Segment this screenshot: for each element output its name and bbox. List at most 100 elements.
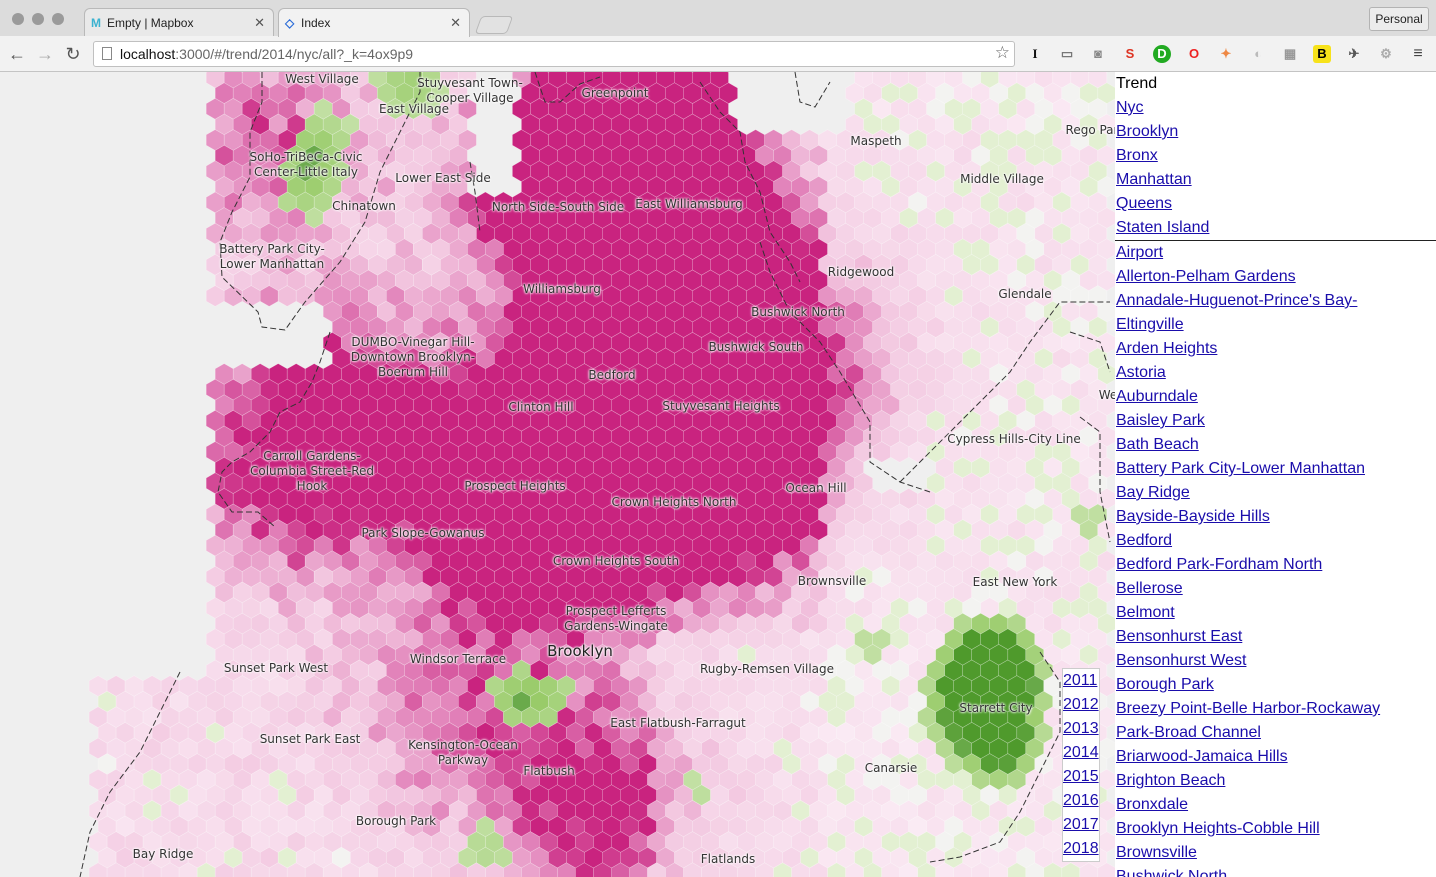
neighborhood-link-park-broad-channel[interactable]: Park-Broad Channel — [1115, 721, 1436, 745]
browser-chrome: M Empty | Mapbox ✕ ◇ Index ✕ Personal ← … — [0, 0, 1436, 72]
tab-index[interactable]: ◇ Index ✕ — [278, 8, 470, 37]
neighborhood-link-bronxdale[interactable]: Bronxdale — [1115, 793, 1436, 817]
neighborhood-link-astoria[interactable]: Astoria — [1115, 361, 1436, 385]
address-bar[interactable]: localhost:3000/#/trend/2014/nyc/all?_k=4… — [93, 41, 1015, 67]
map-label-north-side-south-side: North Side-South Side — [491, 200, 625, 214]
map-label-east-flatbush-farragut: East Flatbush-Farragut — [610, 716, 746, 730]
neighborhood-list: Airport Allerton-Pelham Gardens Annadale-H… — [1115, 241, 1436, 877]
map-label-starrett-city: Starrett City — [959, 701, 1033, 715]
year-link-2012[interactable]: 2012 — [1063, 693, 1099, 717]
neighborhood-link-borough-park[interactable]: Borough Park — [1115, 673, 1436, 697]
map-label-kensington-ocean-parkway: Kensington-Ocean Parkway — [408, 738, 518, 767]
map-label-glendale: Glendale — [998, 287, 1052, 301]
neighborhood-link-bath-beach[interactable]: Bath Beach — [1115, 433, 1436, 457]
borough-link-staten-island[interactable]: Staten Island — [1115, 216, 1436, 240]
year-link-2013[interactable]: 2013 — [1063, 717, 1099, 741]
refresh-ext-icon[interactable]: ◐ — [1249, 45, 1267, 63]
new-tab-button[interactable] — [474, 16, 514, 34]
ext-d-icon[interactable]: D — [1153, 45, 1171, 63]
map-label-middle-village: Middle Village — [960, 172, 1044, 186]
neighborhood-link-breezy-point-belle-harbor-rockaway[interactable]: Breezy Point-Belle Harbor-Rockaway — [1115, 697, 1436, 721]
map-label-park-slope-gowanus: Park Slope-Gowanus — [361, 526, 485, 540]
neighborhood-link-bedford-park-fordham-north[interactable]: Bedford Park-Fordham North — [1115, 553, 1436, 577]
neighborhood-link-bushwick-north[interactable]: Bushwick North — [1115, 865, 1436, 877]
bird-icon[interactable]: ✦ — [1217, 45, 1235, 63]
neighborhood-link-allerton-pelham-gardens[interactable]: Allerton-Pelham Gardens — [1115, 265, 1436, 289]
neighborhood-link-bayside-bayside-hills[interactable]: Bayside-Bayside Hills — [1115, 505, 1436, 529]
close-tab-icon[interactable]: ✕ — [254, 15, 265, 31]
puzzle-icon[interactable]: ▦ — [1281, 45, 1299, 63]
cast-icon[interactable]: ▭ — [1058, 45, 1076, 63]
neighborhood-link-airport[interactable]: Airport — [1115, 241, 1436, 265]
borough-link-bronx[interactable]: Bronx — [1115, 144, 1436, 168]
ext-i-icon[interactable]: I — [1026, 45, 1044, 63]
gear-icon[interactable]: ⚙ — [1377, 45, 1395, 63]
tab-mapbox[interactable]: M Empty | Mapbox ✕ — [84, 8, 274, 36]
ext-b-icon[interactable]: B — [1313, 45, 1331, 63]
neighborhood-link-briarwood-jamaica-hills[interactable]: Briarwood-Jamaica Hills — [1115, 745, 1436, 769]
year-link-2018[interactable]: 2018 — [1063, 837, 1099, 861]
year-link-2015[interactable]: 2015 — [1063, 765, 1099, 789]
neighborhood-link-belmont[interactable]: Belmont — [1115, 601, 1436, 625]
menu-icon[interactable]: ≡ — [1409, 45, 1427, 63]
forward-arrow-icon[interactable]: → — [34, 43, 56, 65]
borough-link-brooklyn[interactable]: Brooklyn — [1115, 120, 1436, 144]
year-link-2017[interactable]: 2017 — [1063, 813, 1099, 837]
neighborhood-link-brighton-beach[interactable]: Brighton Beach — [1115, 769, 1436, 793]
reload-icon[interactable]: ↻ — [62, 43, 84, 65]
map-label-bushwick-north: Bushwick North — [751, 305, 845, 319]
map-label-carroll-gardens-columbia-street-red-hook: Carroll Gardens- Columbia Street-Red Hook — [249, 449, 375, 493]
map-label-rugby-remsen-village: Rugby-Remsen Village — [699, 662, 835, 676]
map-label-canarsie: Canarsie — [864, 761, 918, 775]
map-label-dumbo-vinegar-hill-downtown-brooklyn-boerum-hill: DUMBO-Vinegar Hill- Downtown Brooklyn- Boe… — [350, 335, 476, 379]
map-label-ocean-hill: Ocean Hill — [785, 481, 847, 495]
neighborhood-link-auburndale[interactable]: Auburndale — [1115, 385, 1436, 409]
neighborhood-link-bellerose[interactable]: Bellerose — [1115, 577, 1436, 601]
url-text[interactable]: localhost:3000/#/trend/2014/nyc/all?_k=4… — [120, 46, 413, 62]
minimize-window-button[interactable] — [32, 13, 44, 25]
neighborhood-link-brownsville[interactable]: Brownsville — [1115, 841, 1436, 865]
year-link-2016[interactable]: 2016 — [1063, 789, 1099, 813]
map-label-crown-heights-north: Crown Heights North — [611, 495, 737, 509]
neighborhood-link-bay-ridge[interactable]: Bay Ridge — [1115, 481, 1436, 505]
map-label-cypress-hills-city-line: Cypress Hills-City Line — [947, 432, 1081, 446]
map-label-bay-ridge: Bay Ridge — [132, 847, 194, 861]
neighborhood-link-bedford[interactable]: Bedford — [1115, 529, 1436, 553]
zoom-window-button[interactable] — [52, 13, 64, 25]
profile-button[interactable]: Personal — [1369, 7, 1429, 31]
map-label-prospect-heights: Prospect Heights — [464, 479, 566, 493]
neighborhood-link-bensonhurst-east[interactable]: Bensonhurst East — [1115, 625, 1436, 649]
close-window-button[interactable] — [12, 13, 24, 25]
neighborhood-link-baisley-park[interactable]: Baisley Park — [1115, 409, 1436, 433]
tab-label: Empty | Mapbox — [107, 16, 194, 30]
map-label-lower-east-side: Lower East Side — [395, 171, 491, 185]
toolbar: ← → ↻ localhost:3000/#/trend/2014/nyc/al… — [0, 36, 1436, 72]
camera-icon[interactable]: ◙ — [1089, 45, 1107, 63]
map-label-brooklyn: Brooklyn — [547, 642, 613, 660]
neighborhood-link-brooklyn-heights-cobble-hill[interactable]: Brooklyn Heights-Cobble Hill — [1115, 817, 1436, 841]
pin-icon[interactable]: ✈ — [1345, 45, 1363, 63]
back-arrow-icon[interactable]: ← — [6, 43, 28, 65]
sidebar-title: Trend — [1116, 75, 1158, 92]
map-label-sunset-park-east: Sunset Park East — [259, 732, 361, 746]
map-label-chinatown: Chinatown — [332, 199, 396, 213]
borough-link-queens[interactable]: Queens — [1115, 192, 1436, 216]
year-selector: 2011 2012 2013 2014 2015 2016 2017 2018 — [1062, 668, 1100, 862]
close-tab-icon[interactable]: ✕ — [450, 15, 461, 31]
neighborhood-link-eltingville[interactable]: Eltingville — [1115, 313, 1436, 337]
map-label-east-williamsburg: East Williamsburg — [635, 197, 743, 211]
map-label-crown-heights-south: Crown Heights South — [552, 554, 680, 568]
neighborhood-link-battery-park-city-lower-manhattan[interactable]: Battery Park City-Lower Manhattan — [1115, 457, 1436, 481]
borough-link-manhattan[interactable]: Manhattan — [1115, 168, 1436, 192]
map-label-bedford: Bedford — [588, 368, 636, 382]
map-label-soho-tribeca-civic-center-little-italy: SoHo-TriBeCa-Civic Center-Little Italy — [249, 150, 363, 179]
ext-o-icon[interactable]: O — [1185, 45, 1203, 63]
neighborhood-link-arden-heights[interactable]: Arden Heights — [1115, 337, 1436, 361]
neighborhood-link-bensonhurst-west[interactable]: Bensonhurst West — [1115, 649, 1436, 673]
bookmark-star-icon[interactable]: ☆ — [995, 43, 1010, 63]
year-link-2011[interactable]: 2011 — [1063, 669, 1099, 693]
neighborhood-link-annadale-huguenot-prince-s-bay[interactable]: Annadale-Huguenot-Prince's Bay- — [1115, 289, 1436, 313]
ext-s-icon[interactable]: S — [1121, 45, 1139, 63]
year-link-2014[interactable]: 2014 — [1063, 741, 1099, 765]
borough-link-nyc[interactable]: Nyc — [1115, 96, 1436, 120]
